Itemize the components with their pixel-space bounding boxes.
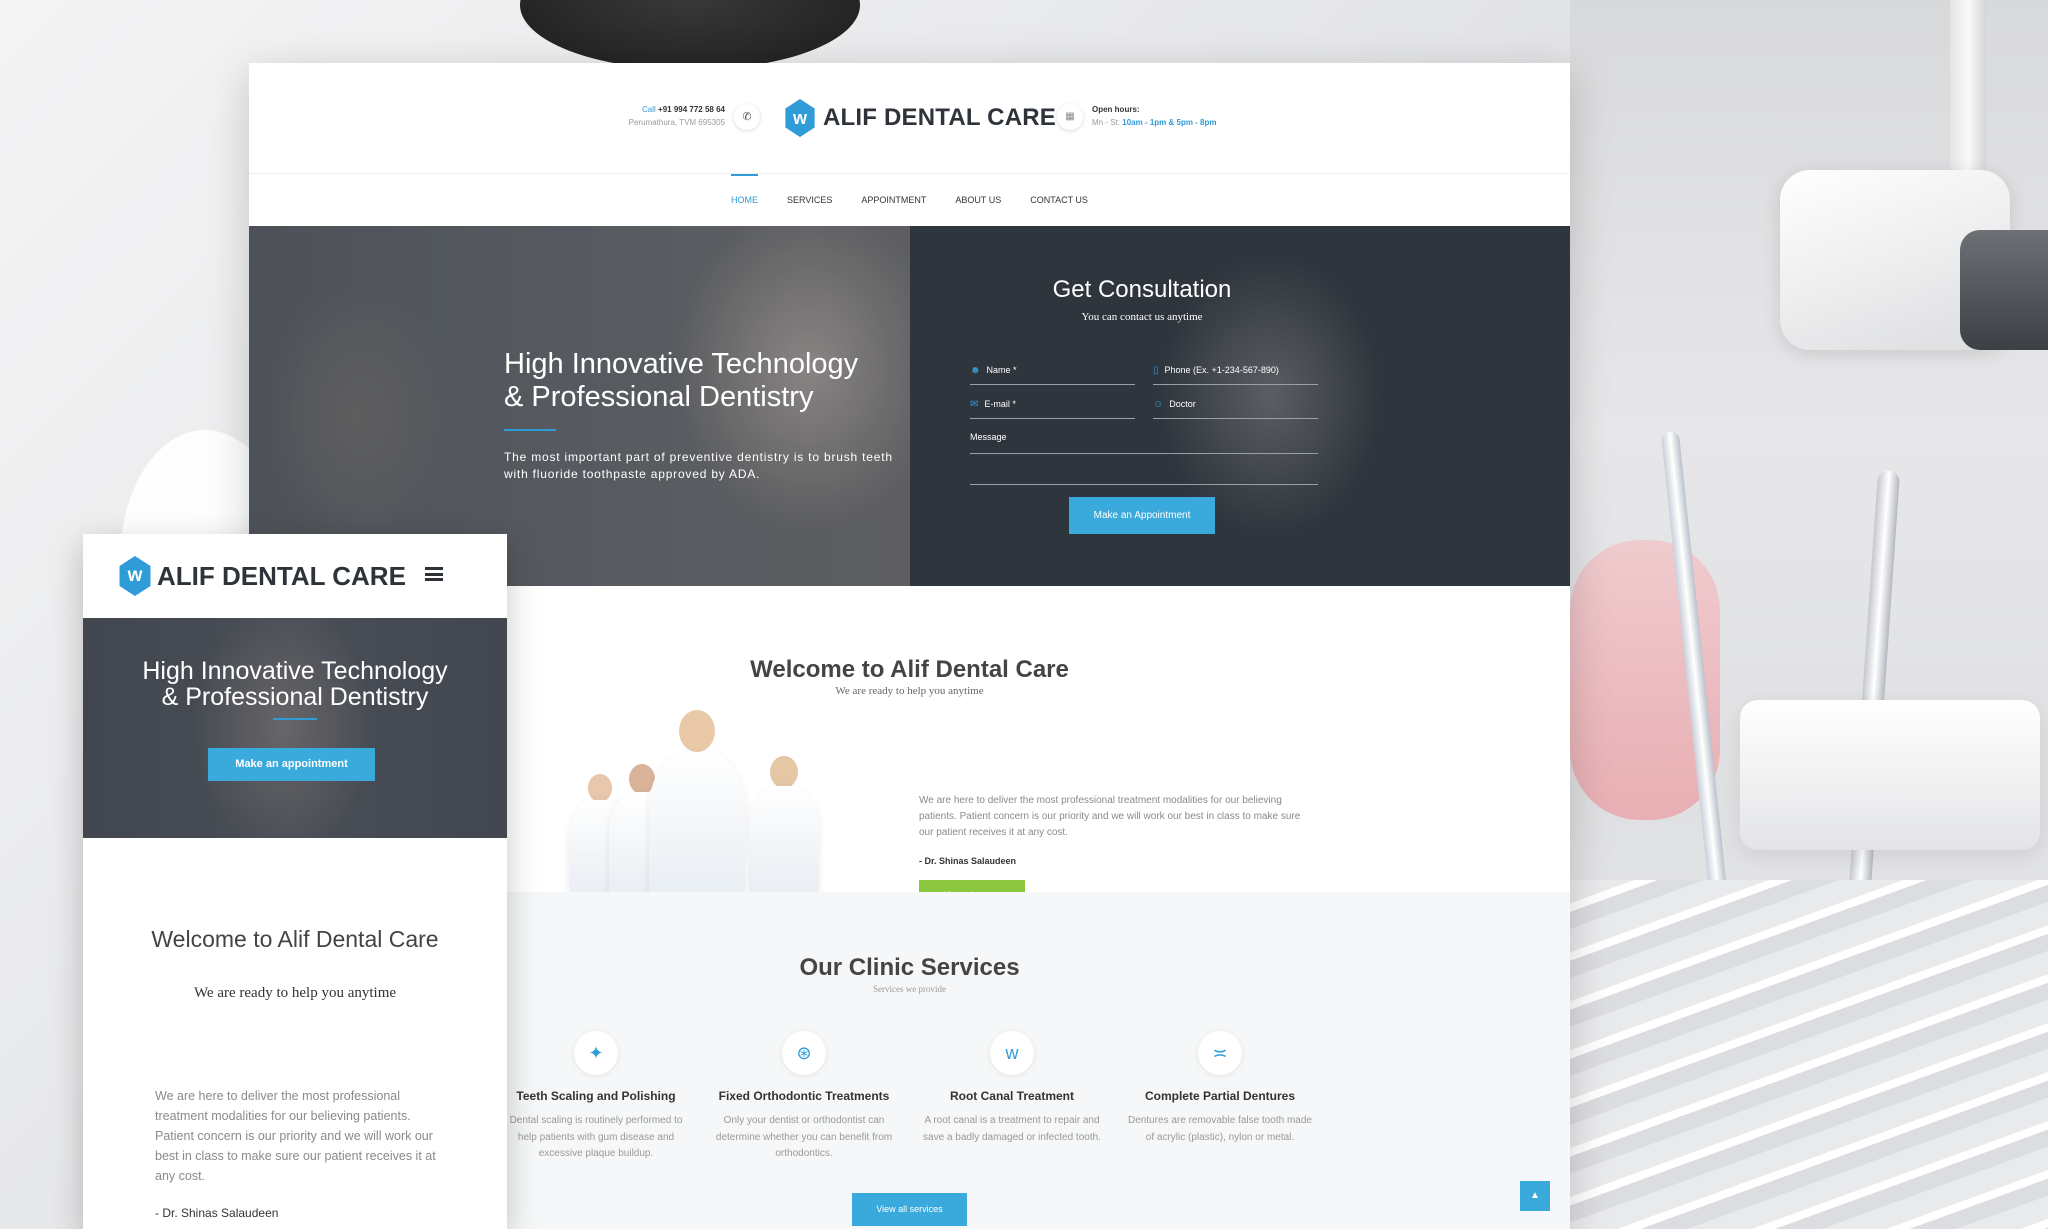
phone-number[interactable]: +91 994 772 58 64 xyxy=(658,105,725,114)
form-subtitle: You can contact us anytime xyxy=(1081,311,1203,323)
hours-title: Open hours: xyxy=(1092,105,1140,114)
mobile-phone-icon: ▯ xyxy=(1153,365,1159,376)
mobile-hero-title: High Innovative Technology & Professiona… xyxy=(83,658,507,711)
service-desc: A root canal is a treatment to repair an… xyxy=(923,1115,1101,1143)
message-placeholder: Message xyxy=(970,432,1007,442)
welcome-text: We are here to deliver the most professi… xyxy=(919,795,1301,838)
service-title: Root Canal Treatment xyxy=(949,1089,1075,1103)
message-field[interactable]: Message xyxy=(970,428,1318,485)
background-dental-unit xyxy=(1740,700,2040,850)
lead-dentist xyxy=(649,710,745,894)
view-all-services-button[interactable]: View all services xyxy=(852,1193,967,1226)
phone-field[interactable]: ▯ Phone (Ex. +1-234-567-890) xyxy=(1153,361,1318,385)
mobile-hero-line1: High Innovative Technology xyxy=(142,657,448,685)
mobile-hero-divider xyxy=(273,718,317,720)
mobile-make-appointment-button[interactable]: Make an appointment xyxy=(208,748,375,781)
address: Perumathura, TVM 695305 xyxy=(628,118,725,127)
hours-days: Mn - St: xyxy=(1092,118,1121,127)
nav-home[interactable]: HOME xyxy=(731,174,759,226)
dental-team-photo xyxy=(549,704,829,894)
site-header: Call +91 994 772 58 64 Perumathura, TVM … xyxy=(249,63,1570,174)
contact-info: Call +91 994 772 58 64 Perumathura, TVM … xyxy=(629,105,725,127)
message-underline xyxy=(970,453,1318,454)
service-card[interactable]: ⊛ Fixed Orthodontic Treatments Only your… xyxy=(704,1031,904,1163)
hero-title-line2: & Professional Dentistry xyxy=(504,381,814,414)
service-card[interactable]: ✦ Teeth Scaling and Polishing Dental sca… xyxy=(496,1031,696,1163)
mobile-welcome-text: We are here to deliver the most professi… xyxy=(155,1089,436,1183)
tooth-logo-icon: ᴡ xyxy=(785,99,815,137)
doctor-icon: ☺ xyxy=(1153,399,1164,410)
nav-services[interactable]: SERVICES xyxy=(787,174,832,226)
form-title: Get Consultation xyxy=(1052,276,1232,303)
mobile-mockup: ᴡ ALIF DENTAL CARE High Innovative Techn… xyxy=(83,534,507,1229)
nav-about-us[interactable]: ABOUT US xyxy=(955,174,1001,226)
mobile-header: ᴡ ALIF DENTAL CARE xyxy=(83,534,507,618)
nav-contact-us[interactable]: CONTACT US xyxy=(1030,174,1088,226)
phone-placeholder: Phone (Ex. +1-234-567-890) xyxy=(1164,365,1279,375)
doctor-select[interactable]: ☺ Doctor xyxy=(1153,395,1318,419)
user-icon: ☻ xyxy=(970,365,981,376)
envelope-icon: ✉ xyxy=(970,399,979,410)
hours-time: 10am - 1pm & 5pm - 8pm xyxy=(1122,118,1217,127)
service-desc: Dental scaling is routinely performed to… xyxy=(509,1115,683,1159)
mobile-hero-line2: & Professional Dentistry xyxy=(161,683,429,712)
site-logo[interactable]: ᴡ ALIF DENTAL CARE xyxy=(783,98,1056,138)
name-field[interactable]: ☻ Name * xyxy=(970,361,1135,385)
mobile-hero: High Innovative Technology & Professiona… xyxy=(83,618,507,838)
team-member xyxy=(749,756,819,894)
call-label: Call xyxy=(642,105,656,114)
welcome-signature: - Dr. Shinas Salaudeen xyxy=(919,856,1017,866)
mobile-logo[interactable]: ᴡ ALIF DENTAL CARE xyxy=(117,556,406,596)
hero-divider xyxy=(504,429,556,431)
main-nav: HOME SERVICES APPOINTMENT ABOUT US CONTA… xyxy=(249,174,1570,226)
dentures-icon: ≍ xyxy=(1198,1031,1242,1075)
hero-subtitle: The most important part of preventive de… xyxy=(504,450,893,482)
hero-title: High Innovative Technology & Professiona… xyxy=(504,348,904,414)
service-title: Fixed Orthodontic Treatments xyxy=(718,1089,890,1103)
service-card[interactable]: ≍ Complete Partial Dentures Dentures are… xyxy=(1120,1031,1320,1146)
hero-section: High Innovative Technology & Professiona… xyxy=(249,226,1570,586)
email-placeholder: E-mail * xyxy=(984,399,1016,409)
service-desc: Only your dentist or orthodontist can de… xyxy=(715,1115,893,1159)
email-field[interactable]: ✉ E-mail * xyxy=(970,395,1135,419)
service-title: Complete Partial Dentures xyxy=(1144,1089,1296,1103)
phone-icon: ✆ xyxy=(734,104,760,130)
nav-appointment[interactable]: APPOINTMENT xyxy=(861,174,926,226)
scaling-tooth-icon: ✦ xyxy=(574,1031,618,1075)
doctor-placeholder: Doctor xyxy=(1169,399,1196,409)
scroll-to-top-button[interactable]: ▲ xyxy=(1520,1181,1550,1211)
chevron-up-icon: ▲ xyxy=(1530,1190,1540,1201)
hours-value: Mn - St: 10am - 1pm & 5pm - 8pm xyxy=(1092,118,1217,127)
service-desc: Dentures are removable false tooth made … xyxy=(1128,1115,1312,1143)
open-hours: Open hours: Mn - St: 10am - 1pm & 5pm - … xyxy=(1092,105,1217,127)
mobile-welcome-title: Welcome to Alif Dental Care xyxy=(151,926,439,952)
mobile-welcome-subtitle: We are ready to help you anytime xyxy=(193,985,397,1001)
mobile-welcome-signature: - Dr. Shinas Salaudeen xyxy=(155,1206,279,1220)
hamburger-menu-icon[interactable] xyxy=(425,567,443,581)
background-hoses xyxy=(1570,880,2048,1229)
logo-text: ALIF DENTAL CARE xyxy=(823,104,1056,131)
service-title: Teeth Scaling and Polishing xyxy=(516,1089,676,1103)
service-card[interactable]: ᴡ Root Canal Treatment A root canal is a… xyxy=(912,1031,1112,1146)
background-lamp-lens xyxy=(1960,230,2048,350)
calendar-icon: ▦ xyxy=(1057,104,1083,130)
mobile-logo-text: ALIF DENTAL CARE xyxy=(157,560,406,591)
root-canal-tooth-icon: ᴡ xyxy=(990,1031,1034,1075)
name-placeholder: Name * xyxy=(986,365,1017,375)
hero-title-line1: High Innovative Technology xyxy=(504,348,859,380)
braces-icon: ⊛ xyxy=(782,1031,826,1075)
background-patient-head xyxy=(520,0,860,70)
make-appointment-button[interactable]: Make an Appointment xyxy=(1069,497,1215,534)
tooth-logo-icon: ᴡ xyxy=(119,556,151,596)
background-lamp-arm xyxy=(1950,0,1986,190)
